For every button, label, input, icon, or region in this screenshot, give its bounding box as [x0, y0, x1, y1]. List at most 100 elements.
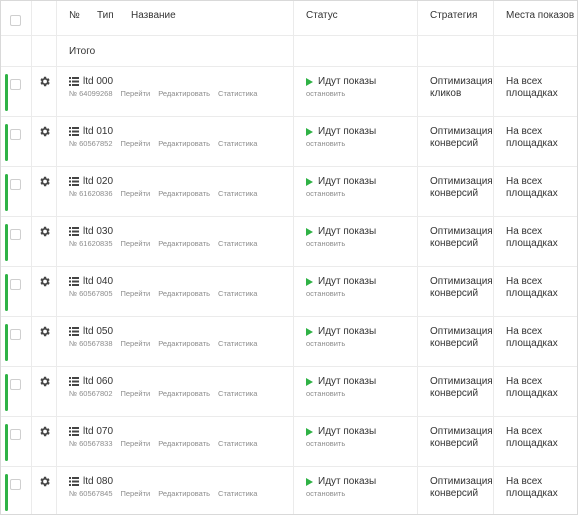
stats-link[interactable]: Статистика — [218, 139, 257, 148]
row-checkbox[interactable] — [10, 129, 21, 140]
gear-icon[interactable] — [38, 375, 51, 388]
stop-link[interactable]: остановить — [306, 139, 345, 148]
go-link[interactable]: Перейти — [121, 289, 151, 298]
campaign-title-link[interactable]: ltd 020 — [83, 176, 113, 187]
stats-link[interactable]: Статистика — [218, 489, 257, 498]
stats-link[interactable]: Статистика — [218, 239, 257, 248]
edit-link[interactable]: Редактировать — [158, 239, 210, 248]
strategy-text[interactable]: Оптимизация конверсий — [430, 376, 500, 400]
campaign-title-link[interactable]: ltd 040 — [83, 276, 113, 287]
places-text[interactable]: На всех площадках — [506, 426, 576, 450]
stop-link[interactable]: остановить — [306, 389, 345, 398]
list-icon — [69, 227, 79, 236]
row-checkbox[interactable] — [10, 479, 21, 490]
go-link[interactable]: Перейти — [121, 89, 151, 98]
header-num[interactable]: № — [69, 10, 80, 21]
list-icon — [69, 427, 79, 436]
campaign-title-link[interactable]: ltd 000 — [83, 76, 113, 87]
go-link[interactable]: Перейти — [121, 389, 151, 398]
row-places-cell: На всех площадках — [494, 417, 577, 466]
gear-icon[interactable] — [38, 425, 51, 438]
gear-icon[interactable] — [38, 475, 51, 488]
go-link[interactable]: Перейти — [121, 189, 151, 198]
strategy-text[interactable]: Оптимизация конверсий — [430, 176, 500, 200]
strategy-text[interactable]: Оптимизация конверсий — [430, 276, 500, 300]
row-name-cell: ltd 080 № 60567845 Перейти Редактировать… — [57, 467, 294, 514]
strategy-line-1: Оптимизация — [430, 426, 493, 437]
stats-link[interactable]: Статистика — [218, 189, 257, 198]
list-icon — [69, 327, 79, 336]
header-status-cell: Статус — [294, 1, 418, 35]
campaign-title-link[interactable]: ltd 050 — [83, 326, 113, 337]
stats-link[interactable]: Статистика — [218, 89, 257, 98]
edit-link[interactable]: Редактировать — [158, 489, 210, 498]
edit-link[interactable]: Редактировать — [158, 389, 210, 398]
strategy-text[interactable]: Оптимизация конверсий — [430, 226, 500, 250]
places-text[interactable]: На всех площадках — [506, 176, 576, 200]
gear-icon[interactable] — [38, 275, 51, 288]
stop-link[interactable]: остановить — [306, 89, 345, 98]
strategy-text[interactable]: Оптимизация конверсий — [430, 476, 500, 500]
campaign-title-link[interactable]: ltd 060 — [83, 376, 113, 387]
places-text[interactable]: На всех площадках — [506, 126, 576, 150]
edit-link[interactable]: Редактировать — [158, 439, 210, 448]
gear-icon[interactable] — [38, 125, 51, 138]
header-strategy[interactable]: Стратегия — [430, 10, 477, 21]
stats-link[interactable]: Статистика — [218, 339, 257, 348]
strategy-text[interactable]: Оптимизация конверсий — [430, 426, 500, 450]
places-text[interactable]: На всех площадках — [506, 476, 576, 500]
edit-link[interactable]: Редактировать — [158, 139, 210, 148]
header-name[interactable]: Название — [131, 10, 176, 21]
edit-link[interactable]: Редактировать — [158, 339, 210, 348]
row-strategy-cell: Оптимизация конверсий — [418, 367, 494, 416]
go-link[interactable]: Перейти — [121, 139, 151, 148]
gear-icon[interactable] — [38, 225, 51, 238]
stop-link[interactable]: остановить — [306, 239, 345, 248]
go-link[interactable]: Перейти — [121, 439, 151, 448]
row-checkbox[interactable] — [10, 279, 21, 290]
stats-link[interactable]: Статистика — [218, 289, 257, 298]
gear-icon[interactable] — [38, 325, 51, 338]
places-text[interactable]: На всех площадках — [506, 326, 576, 350]
campaign-title-link[interactable]: ltd 010 — [83, 126, 113, 137]
header-status[interactable]: Статус — [306, 10, 338, 21]
header-type[interactable]: Тип — [97, 10, 114, 21]
row-checkbox[interactable] — [10, 229, 21, 240]
header-places[interactable]: Места показов — [506, 10, 574, 21]
stats-link[interactable]: Статистика — [218, 439, 257, 448]
edit-link[interactable]: Редактировать — [158, 89, 210, 98]
stop-link[interactable]: остановить — [306, 289, 345, 298]
places-text[interactable]: На всех площадках — [506, 226, 576, 250]
campaign-title-link[interactable]: ltd 080 — [83, 476, 113, 487]
places-text[interactable]: На всех площадках — [506, 76, 576, 100]
row-checkbox[interactable] — [10, 379, 21, 390]
stop-link[interactable]: остановить — [306, 189, 345, 198]
strategy-text[interactable]: Оптимизация конверсий — [430, 326, 500, 350]
places-line-2: площадках — [506, 288, 558, 299]
stop-link[interactable]: остановить — [306, 339, 345, 348]
row-checkbox[interactable] — [10, 179, 21, 190]
go-link[interactable]: Перейти — [121, 339, 151, 348]
row-places-cell: На всех площадках — [494, 117, 577, 166]
row-checkbox[interactable] — [10, 329, 21, 340]
row-strategy-cell: Оптимизация конверсий — [418, 217, 494, 266]
campaign-title-link[interactable]: ltd 030 — [83, 226, 113, 237]
edit-link[interactable]: Редактировать — [158, 289, 210, 298]
edit-link[interactable]: Редактировать — [158, 189, 210, 198]
stats-link[interactable]: Статистика — [218, 389, 257, 398]
campaign-title-link[interactable]: ltd 070 — [83, 426, 113, 437]
stop-link[interactable]: остановить — [306, 489, 345, 498]
places-text[interactable]: На всех площадках — [506, 276, 576, 300]
go-link[interactable]: Перейти — [121, 239, 151, 248]
places-line-2: площадках — [506, 238, 558, 249]
go-link[interactable]: Перейти — [121, 489, 151, 498]
places-text[interactable]: На всех площадках — [506, 376, 576, 400]
row-checkbox[interactable] — [10, 79, 21, 90]
gear-icon[interactable] — [38, 75, 51, 88]
gear-icon[interactable] — [38, 175, 51, 188]
strategy-text[interactable]: Оптимизация конверсий — [430, 126, 500, 150]
strategy-text[interactable]: Оптимизация кликов — [430, 76, 500, 100]
stop-link[interactable]: остановить — [306, 439, 345, 448]
select-all-checkbox[interactable] — [10, 15, 21, 26]
row-checkbox[interactable] — [10, 429, 21, 440]
